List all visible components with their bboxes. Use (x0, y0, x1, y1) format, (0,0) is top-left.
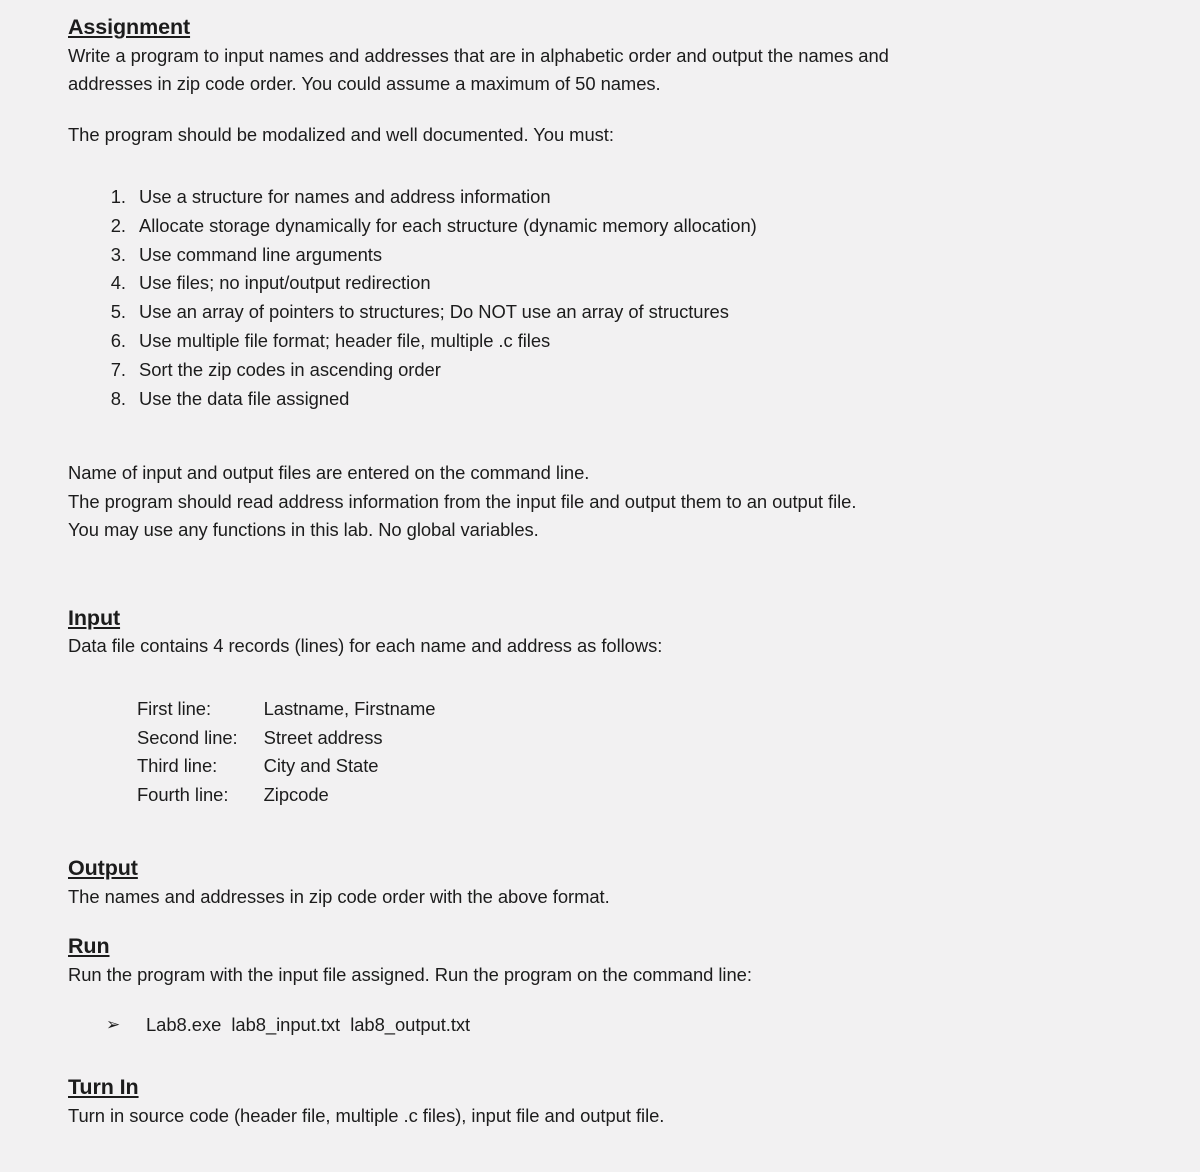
list-item-label: Allocate storage dynamically for each st… (139, 214, 757, 236)
output-heading: Output (68, 856, 138, 881)
record-line-label: Second line: (137, 726, 238, 748)
input-heading-row: Input (68, 605, 1140, 633)
list-item-number: 7. (110, 358, 126, 380)
table-row: First line: Lastname, Firstname (137, 695, 435, 724)
assignment-note-line-3: You may use any functions in this lab. N… (68, 519, 539, 541)
output-heading-row: Output (68, 855, 1140, 883)
record-line-label: First line: (137, 697, 212, 719)
run-command-text: Lab8.exe lab8_input.txt lab8_output.txt (146, 1014, 471, 1036)
assignment-heading: Assignment (68, 15, 191, 39)
list-item-number: 5. (110, 301, 126, 323)
run-command-item: ➢ Lab8.exe lab8_input.txt lab8_output.tx… (68, 1011, 1140, 1040)
record-line-value: Street address (263, 726, 383, 748)
record-line-label: Third line: (137, 755, 218, 777)
list-item: 7. Sort the zip codes in ascending order (68, 356, 1140, 385)
list-item-number: 1. (110, 186, 126, 208)
record-line-value: City and State (263, 755, 379, 777)
list-item-number: 2. (110, 214, 126, 236)
assignment-note-line-2: The program should read address informat… (68, 490, 857, 512)
list-item: 1. Use a structure for names and address… (68, 183, 1140, 212)
list-item-label: Use a structure for names and address in… (139, 186, 551, 208)
input-record-format-table: First line: Lastname, Firstname Second l… (137, 695, 435, 809)
table-row: Fourth line: Zipcode (137, 781, 435, 810)
run-heading: Run (68, 934, 110, 959)
list-item-label: Use command line arguments (139, 243, 382, 265)
input-heading: Input (68, 605, 121, 630)
list-item: 2. Allocate storage dynamically for each… (68, 212, 1140, 241)
list-item: 6. Use multiple file format; header file… (68, 327, 1140, 356)
list-item-number: 4. (110, 272, 126, 294)
record-line-value: Lastname, Firstname (263, 697, 436, 719)
list-item-label: Use multiple file format; header file, m… (139, 330, 551, 351)
list-item-label: Use files; no input/output redirection (139, 272, 431, 294)
assignment-heading-row: Assignment (68, 14, 1140, 42)
input-description: Data file contains 4 records (lines) for… (68, 635, 663, 657)
arrow-bullet-icon: ➢ (106, 1015, 121, 1035)
assignment-document: Assignment Write a program to input name… (0, 0, 1200, 1172)
list-item: 8. Use the data file assigned (68, 385, 1140, 414)
turnin-description: Turn in source code (header file, multip… (68, 1104, 665, 1126)
list-item: 3. Use command line arguments (68, 241, 1140, 270)
list-item-number: 3. (110, 243, 126, 265)
list-item-label: Use an array of pointers to structures; … (139, 301, 729, 323)
record-line-value: Zipcode (263, 783, 329, 805)
list-item: 5. Use an array of pointers to structure… (68, 298, 1140, 327)
assignment-intro-line-1: Write a program to input names and addre… (68, 44, 889, 66)
turnin-heading-row: Turn In (68, 1074, 1140, 1102)
list-item: 4. Use files; no input/output redirectio… (68, 269, 1140, 298)
run-description: Run the program with the input file assi… (68, 963, 752, 985)
output-description: The names and addresses in zip code orde… (68, 885, 610, 907)
list-item-number: 6. (110, 330, 126, 351)
record-line-label: Fourth line: (137, 783, 229, 805)
assignment-intro: Write a program to input names and addre… (68, 42, 1140, 99)
turnin-heading: Turn In (68, 1075, 139, 1100)
assignment-intro-line-2: addresses in zip code order. You could a… (68, 73, 661, 95)
list-item-label: Use the data file assigned (139, 387, 350, 409)
run-heading-row: Run (68, 933, 1140, 961)
assignment-notes: Name of input and output files are enter… (68, 459, 1140, 545)
list-item-label: Sort the zip codes in ascending order (139, 358, 441, 380)
table-row: Third line: City and State (137, 752, 435, 781)
assignment-must-line: The program should be modalized and well… (68, 123, 614, 145)
requirements-list: 1. Use a structure for names and address… (68, 183, 1140, 413)
assignment-note-line-1: Name of input and output files are enter… (68, 462, 590, 484)
list-item-number: 8. (110, 387, 126, 409)
table-row: Second line: Street address (137, 724, 435, 753)
